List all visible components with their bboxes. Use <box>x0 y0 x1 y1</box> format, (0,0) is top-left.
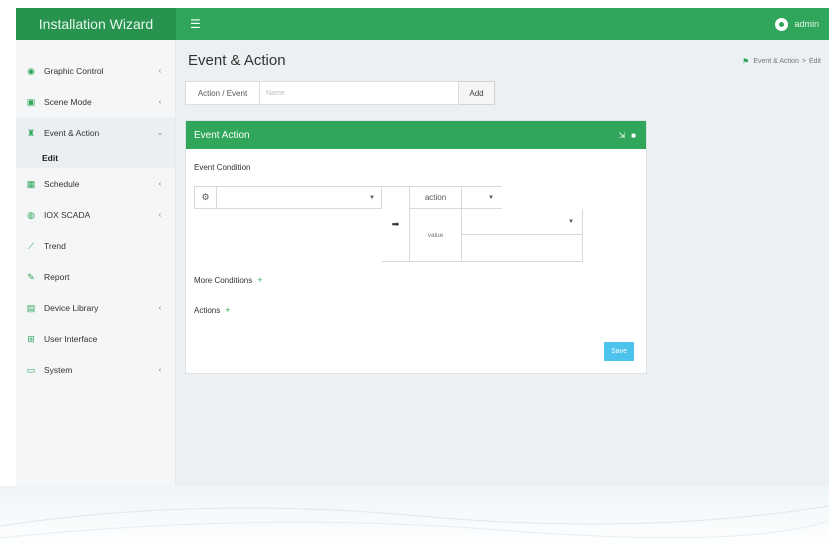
sidebar-item-report[interactable]: ✎ Report <box>16 261 175 292</box>
sidebar-item-user-interface[interactable]: ⊞ User Interface <box>16 323 175 354</box>
close-icon[interactable]: ■ <box>631 131 636 140</box>
tag-icon: ⚑ <box>742 57 750 66</box>
condition-action-select[interactable]: ▼ <box>462 186 502 209</box>
action-event-label: Action / Event <box>185 81 259 105</box>
action-event-row: Action / Event Name Add <box>185 81 495 105</box>
image-icon: ▣ <box>26 96 36 107</box>
sidebar-item-graphic-control[interactable]: ◉ Graphic Control ‹ <box>16 55 175 86</box>
sidebar-item-schedule[interactable]: ▦ Schedule ‹ <box>16 168 175 199</box>
condition-value-input[interactable] <box>462 235 583 262</box>
trophy-icon: ♜ <box>26 127 36 138</box>
chevron-down-icon: ⌄ <box>156 128 164 137</box>
calendar-icon: ▦ <box>26 178 36 189</box>
breadcrumb-current: Edit <box>808 58 821 65</box>
actions-row[interactable]: Actions + <box>194 305 231 315</box>
breadcrumb-parent[interactable]: Event & Action <box>753 58 799 65</box>
caret-down-icon: ▼ <box>369 194 375 201</box>
collapse-icon[interactable]: ⇲ <box>618 131 625 140</box>
desktop-icon: ▭ <box>26 364 36 375</box>
chevron-left-icon: ‹ <box>158 210 162 219</box>
sidebar-item-label: Trend <box>44 240 66 251</box>
event-condition-label: Event Condition <box>194 163 251 172</box>
action-event-name-input[interactable]: Name <box>259 81 459 105</box>
panel-header: Event Action ⇲ ■ <box>186 121 646 149</box>
condition-device-select[interactable]: ⚙ ▼ <box>194 186 382 209</box>
sidebar-item-label: Report <box>44 271 70 282</box>
arrow-right-icon: ➡ <box>382 186 410 262</box>
pencil-icon: ✎ <box>27 271 35 282</box>
sidebar-item-scene-mode[interactable]: ▣ Scene Mode ‹ <box>16 86 175 117</box>
sidebar-item-label: Device Library <box>44 302 99 313</box>
caret-down-icon: ▼ <box>488 194 494 201</box>
save-button[interactable]: Save <box>604 342 634 361</box>
sidebar-item-iox-scada[interactable]: ◍ IOX SCADA ‹ <box>16 199 175 230</box>
user-name: admin <box>794 19 819 29</box>
main-content: Event & Action ⚑ Event & Action > Edit A… <box>176 40 829 486</box>
event-action-panel: Event Action ⇲ ■ Event Condition ⚙ ▼ ➡ a… <box>185 120 647 374</box>
globe-icon: ◍ <box>27 209 35 220</box>
caret-down-icon: ▼ <box>568 218 574 225</box>
condition-left-area <box>194 209 382 262</box>
sitemap-icon: ⊞ <box>27 333 35 344</box>
user-menu[interactable]: admin <box>775 17 819 31</box>
panel-title: Event Action <box>194 129 250 141</box>
add-condition-icon[interactable]: + <box>257 275 262 285</box>
bottom-background <box>0 486 829 546</box>
top-bar: Installation Wizard ☰ admin <box>16 8 829 40</box>
sidebar: ◉ Graphic Control ‹ ▣ Scene Mode ‹ ♜ Eve… <box>16 40 176 486</box>
sidebar-subitem-edit[interactable]: Edit <box>16 148 175 168</box>
chevron-left-icon: ‹ <box>158 365 162 374</box>
sidebar-item-label: Schedule <box>44 178 80 189</box>
chevron-left-icon: ‹ <box>158 66 162 75</box>
sidebar-item-label: Scene Mode <box>44 96 92 107</box>
condition-row: ⚙ ▼ ➡ action ▼ value ▼ <box>194 186 589 262</box>
sidebar-item-label: Event & Action <box>44 127 100 138</box>
chevron-left-icon: ‹ <box>158 97 162 106</box>
chevron-left-icon: ‹ <box>158 179 162 188</box>
decorative-waves <box>0 505 829 539</box>
sidebar-item-event-action[interactable]: ♜ Event & Action ⌄ <box>16 117 175 148</box>
brand-title[interactable]: Installation Wizard <box>16 8 176 40</box>
sidebar-item-device-library[interactable]: ▤ Device Library ‹ <box>16 292 175 323</box>
hamburger-icon[interactable]: ☰ <box>190 18 201 30</box>
add-action-icon[interactable]: + <box>225 305 230 315</box>
sidebar-item-label: IOX SCADA <box>44 209 91 220</box>
page-title: Event & Action <box>188 52 286 69</box>
line-chart-icon: ⟋ <box>27 240 35 251</box>
sidebar-item-label: System <box>44 364 73 375</box>
breadcrumb: ⚑ Event & Action > Edit <box>742 57 821 66</box>
sidebar-item-label: User Interface <box>44 333 98 344</box>
condition-value-label: value <box>410 209 462 262</box>
more-conditions-row[interactable]: More Conditions + <box>194 275 263 285</box>
sidebar-item-system[interactable]: ▭ System ‹ <box>16 354 175 385</box>
panel-tools: ⇲ ■ <box>618 131 636 140</box>
sidebar-item-trend[interactable]: ⟋ Trend <box>16 230 175 261</box>
chevron-left-icon: ‹ <box>158 303 162 312</box>
user-avatar-icon <box>775 17 789 31</box>
add-button[interactable]: Add <box>459 81 495 105</box>
sidebar-item-label: Graphic Control <box>44 65 104 76</box>
list-icon: ▤ <box>26 302 36 313</box>
condition-action-label: action <box>410 186 462 209</box>
breadcrumb-separator: > <box>801 58 806 65</box>
actions-label: Actions <box>194 306 221 315</box>
more-conditions-label: More Conditions <box>194 276 253 285</box>
gear-icon[interactable]: ⚙ <box>195 187 217 208</box>
condition-value-select[interactable]: ▼ <box>462 209 583 235</box>
eye-icon: ◉ <box>27 65 35 76</box>
